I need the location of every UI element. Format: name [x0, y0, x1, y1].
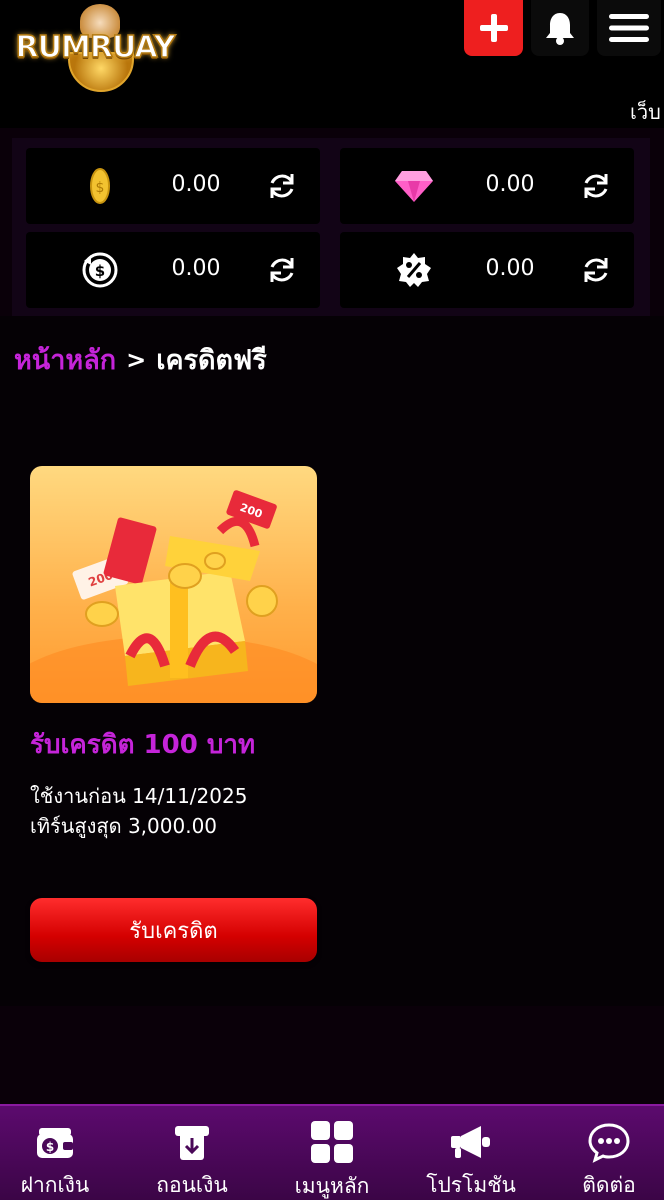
nav-label: ฝากเงิน	[20, 1173, 90, 1197]
diamond-icon	[394, 166, 434, 206]
announcement-marquee: เว็บ	[630, 100, 661, 124]
wallet-percent: 0.00	[340, 232, 634, 308]
nav-label: ถอนเงิน	[156, 1173, 228, 1197]
nav-deposit[interactable]: $ ฝากเงิน	[0, 1106, 110, 1200]
logo-text: RUMRUAY	[15, 29, 176, 66]
percent-value: 0.00	[485, 256, 535, 281]
promo-gift-image: 200 200	[30, 466, 317, 703]
withdraw-icon	[168, 1120, 216, 1163]
wallet-panel: $ 0.00 0.00 $ 0.00 0.00	[12, 138, 650, 316]
svg-text:$: $	[95, 262, 105, 280]
percent-badge-icon	[394, 250, 434, 290]
refresh-icon[interactable]	[266, 254, 298, 286]
nav-main-menu[interactable]: เมนูหลัก	[277, 1106, 387, 1200]
diamond-value: 0.00	[485, 172, 535, 197]
bell-icon	[546, 13, 574, 45]
svg-text:$: $	[96, 180, 105, 196]
nav-withdraw[interactable]: ถอนเงิน	[137, 1106, 247, 1200]
bottom-navigation: $ ฝากเงิน ถอนเงิน เมนูหลัก โปรโมชัน ติดต…	[0, 1104, 664, 1200]
site-logo[interactable]: RUMRUAY	[10, 4, 180, 92]
refresh-icon[interactable]	[580, 170, 612, 202]
notification-button[interactable]	[531, 0, 589, 56]
promo-max-withdraw: เทิร์นสูงสุด 3,000.00	[30, 814, 218, 838]
chat-icon	[585, 1120, 633, 1163]
wallet-diamond: 0.00	[340, 148, 634, 224]
nav-label: ติดต่อ	[582, 1173, 636, 1197]
nav-promotion[interactable]: โปรโมชัน	[416, 1106, 526, 1200]
breadcrumb-current: เครดิตฟรี	[156, 345, 267, 376]
menu-button[interactable]	[597, 0, 661, 56]
promo-expiry: ใช้งานก่อน 14/11/2025	[30, 784, 248, 808]
coin-icon: $	[80, 166, 120, 206]
cashback-icon: $	[80, 250, 120, 290]
nav-label: เมนูหลัก	[294, 1174, 370, 1198]
nav-label: โปรโมชัน	[426, 1173, 516, 1197]
top-header: RUMRUAY เว็บ	[0, 0, 664, 128]
promo-title: รับเครดิต 100 บาท	[30, 730, 256, 760]
refresh-icon[interactable]	[266, 170, 298, 202]
breadcrumb: หน้าหลัก > เครดิตฟรี	[14, 338, 267, 381]
plus-icon	[479, 14, 508, 42]
refresh-icon[interactable]	[580, 254, 612, 286]
cashback-value: 0.00	[171, 256, 221, 281]
breadcrumb-home-link[interactable]: หน้าหลัก	[14, 338, 116, 381]
breadcrumb-separator: >	[126, 345, 147, 374]
deposit-icon: $	[31, 1120, 79, 1163]
svg-text:$: $	[46, 1140, 54, 1154]
grid-icon	[308, 1120, 356, 1164]
megaphone-icon	[447, 1120, 495, 1163]
add-button[interactable]	[464, 0, 523, 56]
wallet-cashback: $ 0.00	[26, 232, 320, 308]
credit-value: 0.00	[171, 172, 221, 197]
nav-contact[interactable]: ติดต่อ	[554, 1106, 664, 1200]
hamburger-icon	[609, 14, 649, 42]
wallet-credit: $ 0.00	[26, 148, 320, 224]
claim-credit-button[interactable]: รับเครดิต	[30, 898, 317, 962]
